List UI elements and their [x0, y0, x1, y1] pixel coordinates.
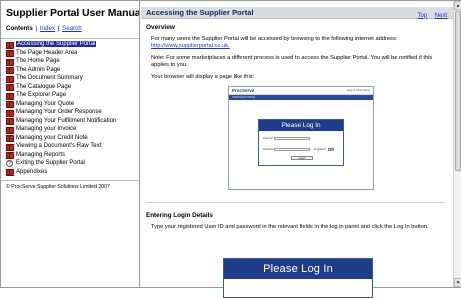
copyright-notice: © ProcServe Supplier Solutions Limited 2… — [1, 180, 139, 190]
manual-title: Supplier Portal User Manual — [6, 7, 140, 19]
toc-item-quote[interactable]: Managing Your Quote — [6, 100, 139, 109]
content-pane: Accessing the Supplier Portal Top Next O… — [141, 1, 453, 287]
book-icon — [6, 101, 15, 109]
next-link[interactable]: Next — [435, 13, 447, 19]
password-label: Password: — [263, 147, 277, 151]
paragraph-text: For many users the Supplier Portal will … — [151, 36, 398, 42]
book-icon — [6, 75, 15, 83]
toc-item-label: Viewing a Document's Raw Text — [16, 143, 102, 150]
paragraph: Type your registered User ID and passwor… — [151, 224, 429, 230]
toc-item-raw-text[interactable]: Viewing a Document's Raw Text — [6, 142, 139, 151]
go-button: Go — [328, 147, 335, 152]
toc-item-label: Managing Your Fulfillment Notification — [16, 117, 117, 124]
search-link[interactable]: Search — [62, 25, 82, 32]
forgotten-label: Forgotten? — [314, 148, 327, 151]
vertical-scrollbar[interactable]: ▲ ▼ — [453, 1, 461, 287]
top-link[interactable]: Top — [418, 13, 428, 19]
book-icon — [6, 109, 15, 117]
navigation-pane: Supplier Portal User Manual Contents | I… — [1, 1, 140, 287]
toc-item-exiting[interactable]: ? Exiting the Supplier Portal — [6, 159, 139, 168]
toc-item-label: The Explorer Page — [16, 92, 67, 99]
toc-item-label: The Catalogue Page — [16, 83, 72, 90]
section-links: Top Next — [415, 4, 447, 22]
book-icon — [6, 58, 15, 66]
toc-item-label: The Home Page — [16, 58, 60, 65]
book-icon — [6, 84, 15, 92]
user-id-label: User ID: — [263, 136, 274, 140]
toc-item-catalogue-page[interactable]: The Catalogue Page — [6, 83, 139, 92]
scrollbar-thumb[interactable] — [455, 11, 461, 171]
toc-item-label: The Page Header Area — [16, 49, 78, 56]
toc-item-page-header[interactable]: The Page Header Area — [6, 49, 139, 58]
navigation-tabs: Contents | Index | Search — [6, 25, 139, 32]
screenshot-login-panel: Please Log In User ID: Password: Forgott… — [258, 119, 344, 166]
article-body: Overview For many users the Supplier Por… — [141, 24, 453, 231]
procserve-logo: ProcServe — [232, 88, 255, 93]
password-field — [274, 147, 310, 152]
toc-item-label: Exiting the Supplier Portal — [16, 160, 86, 167]
note-paragraph: Note: For some marketplaces a different … — [151, 55, 433, 68]
toc-item-order-response[interactable]: Managing Your Order Response — [6, 108, 139, 117]
toc-item-label: Managing Your Order Response — [16, 109, 102, 116]
toc-item-admin-page[interactable]: The Admin Page — [6, 66, 139, 75]
screenshot-password-row: Password: Forgotten? Go — [263, 146, 343, 153]
screenshot-login-button: Log In — [291, 156, 313, 160]
toc-item-explorer-page[interactable]: The Explorer Page — [6, 91, 139, 100]
book-icon — [6, 135, 15, 143]
section-header: Accessing the Supplier Portal Top Next — [141, 7, 453, 19]
toc-item-appendixes[interactable]: Appendixes — [6, 168, 139, 177]
scroll-down-icon[interactable]: ▼ — [454, 278, 461, 287]
table-of-contents: Accessing the Supplier Portal The Page H… — [1, 39, 139, 177]
book-icon — [6, 67, 15, 75]
paragraph: Your browser will display a page like th… — [151, 74, 255, 80]
book-icon — [6, 143, 15, 151]
toc-item-accessing[interactable]: Accessing the Supplier Portal — [6, 40, 139, 49]
paragraph: For many users the Supplier Portal will … — [151, 36, 445, 50]
toc-item-home-page[interactable]: The Home Page — [6, 57, 139, 66]
toc-item-label: The Document Summary — [16, 75, 83, 82]
toc-item-reports[interactable]: Managing Reports — [6, 151, 139, 160]
screenshot-header-links: Help & Information — [346, 88, 370, 92]
login-panel-screenshot: Please Log In — [223, 258, 373, 298]
toc-item-fulfillment[interactable]: Managing Your Fulfillment Notification — [6, 117, 139, 126]
login-panel-title: Please Log In — [224, 259, 372, 279]
toc-item-label: Appendixes — [16, 168, 48, 175]
book-icon — [6, 169, 15, 177]
user-id-field — [274, 136, 310, 141]
toc-item-label: Managing Reports — [16, 151, 66, 158]
book-icon — [6, 118, 15, 126]
section-title: Accessing the Supplier Portal — [146, 8, 254, 17]
overview-heading: Overview — [146, 24, 175, 31]
toc-item-label: Managing your Invoice — [16, 126, 77, 133]
screenshot-user-row: User ID: — [263, 135, 343, 142]
help-topic-icon: ? — [6, 159, 13, 167]
book-icon — [6, 50, 15, 58]
login-page-screenshot: ProcServe Help & Information SUPPLIER PO… — [228, 86, 374, 190]
separator: | — [57, 25, 60, 32]
navigation-header: Supplier Portal User Manual Contents | I… — [1, 1, 139, 39]
help-window: Supplier Portal User Manual Contents | I… — [0, 0, 461, 298]
book-icon — [6, 92, 15, 100]
screenshot-header: ProcServe Help & Information — [229, 87, 373, 95]
book-icon — [6, 126, 15, 134]
portal-address-link[interactable]: http://www.supplierportal.co.uk. — [151, 43, 230, 49]
toc-item-label: Accessing the Supplier Portal — [16, 41, 97, 48]
scroll-up-icon[interactable]: ▲ — [454, 1, 461, 10]
toc-item-label: The Admin Page — [16, 66, 61, 73]
login-details-heading: Entering Login Details — [146, 202, 445, 219]
book-icon — [6, 41, 15, 49]
separator: | — [35, 25, 38, 32]
index-link[interactable]: Index — [40, 25, 55, 32]
toc-item-invoice[interactable]: Managing your Invoice — [6, 125, 139, 134]
toc-item-document-summary[interactable]: The Document Summary — [6, 74, 139, 83]
screenshot-login-title: Please Log In — [259, 120, 343, 131]
toc-item-label: Managing Your Quote — [16, 100, 75, 107]
screenshot-band: SUPPLIER PORTAL — [229, 95, 373, 100]
toc-item-credit-note[interactable]: Managing your Credit Note — [6, 134, 139, 143]
toc-item-label: Managing your Credit Note — [16, 134, 88, 141]
contents-tab[interactable]: Contents — [6, 25, 33, 32]
book-icon — [6, 152, 15, 160]
